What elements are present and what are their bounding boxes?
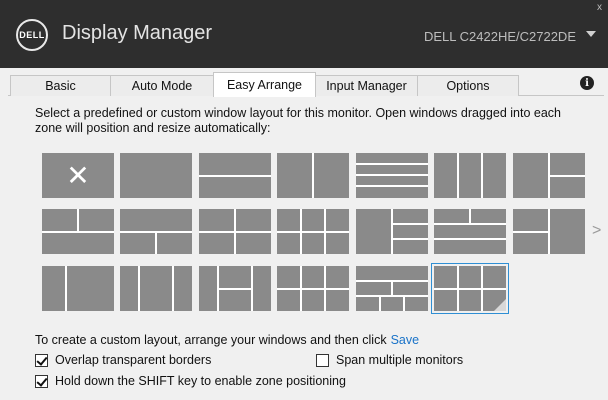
- layout-center-two-rows[interactable]: [199, 266, 271, 311]
- layout-top-two-bottom-one[interactable]: [42, 209, 114, 254]
- span-option[interactable]: Span multiple monitors: [316, 353, 463, 367]
- tab-easy-arrange[interactable]: Easy Arrange: [213, 72, 316, 97]
- layout-left-column-right-three[interactable]: [356, 209, 428, 254]
- layout-three-columns[interactable]: [434, 153, 506, 198]
- custom-layout-instructions: To create a custom layout, arrange your …: [35, 333, 387, 347]
- shift-option[interactable]: Hold down the SHIFT key to enable zone p…: [35, 374, 346, 388]
- layout-three-columns-wide[interactable]: [120, 266, 192, 311]
- layout-two-horizontal[interactable]: [199, 153, 271, 198]
- span-label: Span multiple monitors: [336, 353, 464, 367]
- close-icon: ✕: [66, 160, 90, 191]
- layout-quad[interactable]: [199, 209, 271, 254]
- layout-right-column-two[interactable]: [513, 209, 585, 254]
- app-title: Display Manager: [62, 22, 213, 44]
- layout-mixed-rows[interactable]: [356, 266, 428, 311]
- tab-bar: Basic Auto Mode Easy Arrange Input Manag…: [8, 72, 604, 97]
- info-icon[interactable]: i: [580, 76, 594, 90]
- layout-two-columns-wide[interactable]: [42, 266, 114, 311]
- tab-input-manager[interactable]: Input Manager: [315, 75, 418, 96]
- layout-none[interactable]: ✕: [42, 153, 114, 198]
- layout-top-one-bottom-two[interactable]: [120, 209, 192, 254]
- dell-logo: DELL: [16, 19, 48, 51]
- tab-auto-mode[interactable]: Auto Mode: [110, 75, 214, 96]
- layout-four-rows[interactable]: [356, 153, 428, 198]
- chevron-right-icon[interactable]: >: [592, 222, 601, 240]
- layout-full[interactable]: [120, 153, 192, 198]
- chevron-down-icon[interactable]: [586, 31, 596, 37]
- custom-layout-text: To create a custom layout, arrange your …: [35, 333, 419, 347]
- save-link[interactable]: Save: [391, 333, 420, 347]
- layout-three-rows-split[interactable]: [434, 209, 506, 254]
- layout-two-vertical[interactable]: [277, 153, 349, 198]
- span-checkbox[interactable]: [316, 353, 329, 367]
- overlap-checkbox[interactable]: [35, 353, 48, 367]
- layout-six-grid[interactable]: [277, 209, 349, 254]
- title-bar: DELL Display Manager DELL C2422HE/C2722D…: [0, 0, 608, 68]
- tab-options[interactable]: Options: [417, 75, 519, 96]
- close-icon[interactable]: x: [597, 2, 602, 13]
- monitor-selector[interactable]: DELL C2422HE/C2722DE: [424, 29, 576, 44]
- layout-left-quad-right-col[interactable]: [277, 266, 349, 311]
- shift-checkbox[interactable]: [35, 374, 48, 388]
- layout-left-big-right-two[interactable]: [513, 153, 585, 198]
- shift-label: Hold down the SHIFT key to enable zone p…: [55, 374, 346, 388]
- overlap-label: Overlap transparent borders: [55, 353, 212, 367]
- layout-custom-selected[interactable]: [431, 263, 509, 314]
- overlap-option[interactable]: Overlap transparent borders: [35, 353, 211, 367]
- tab-basic[interactable]: Basic: [10, 75, 111, 96]
- instructions-text: Select a predefined or custom window lay…: [35, 106, 561, 135]
